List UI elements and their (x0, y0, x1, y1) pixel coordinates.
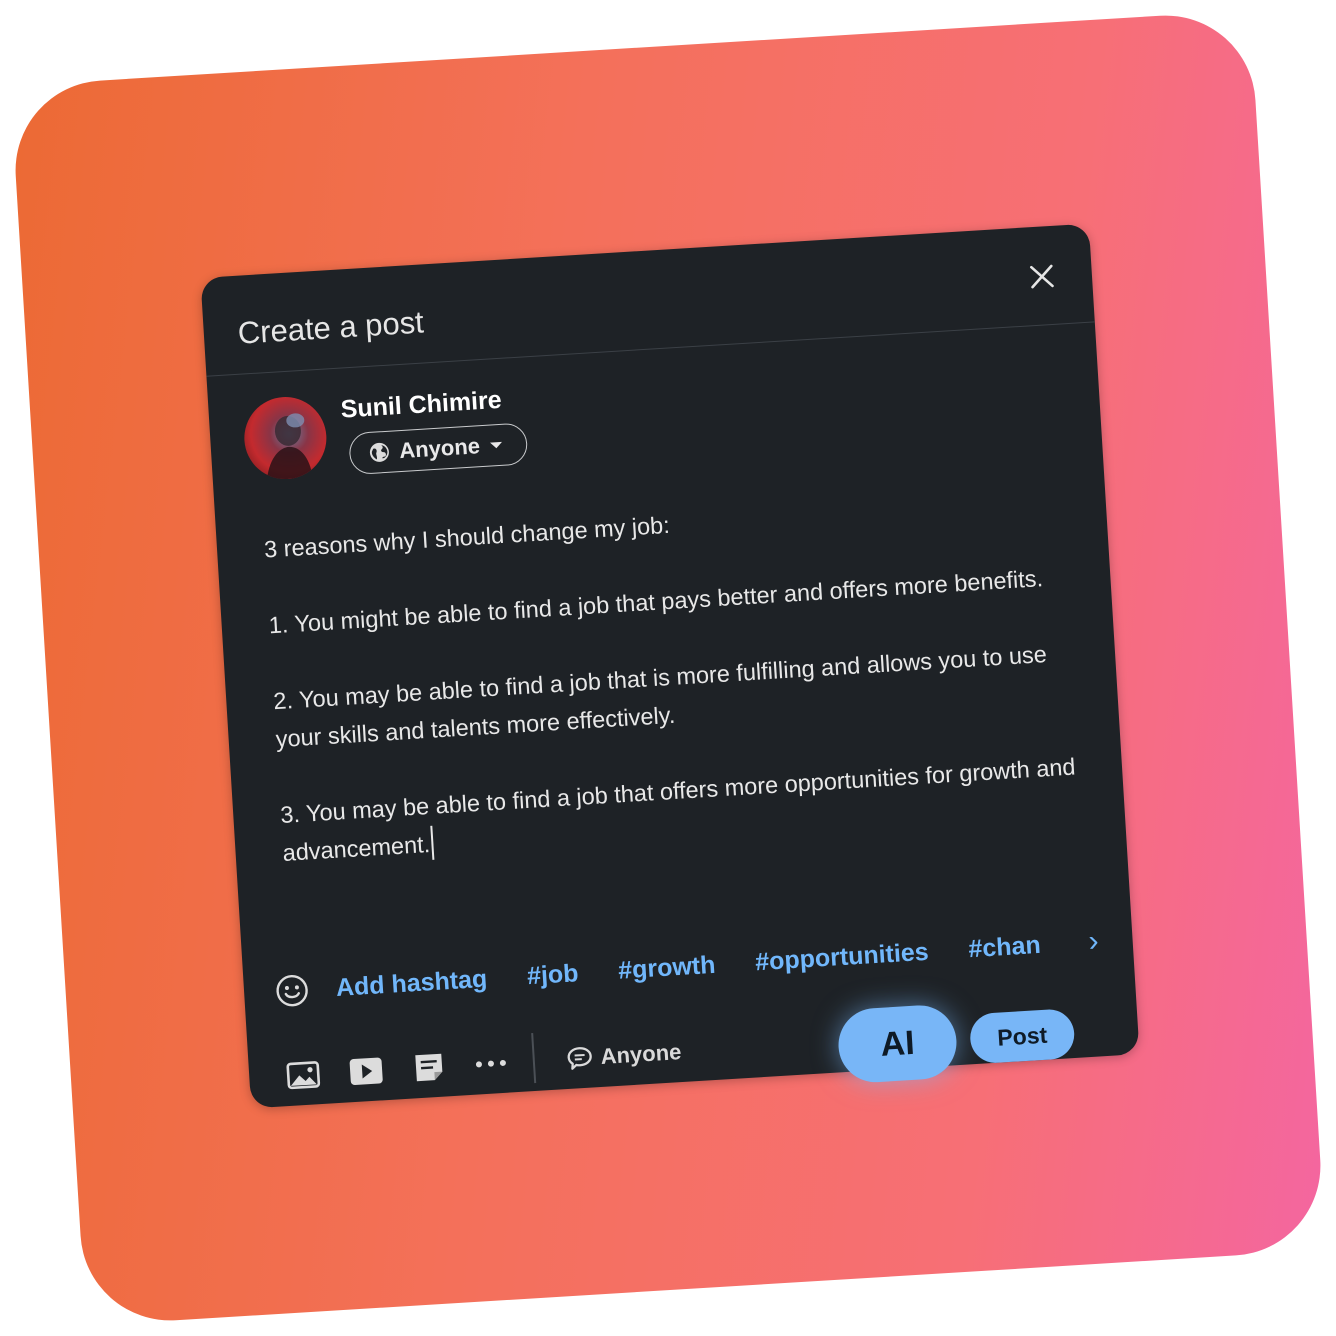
more-dots-icon (475, 1059, 506, 1068)
emoji-button[interactable] (271, 969, 313, 1011)
avatar-portrait-icon (266, 413, 313, 481)
toolbar-divider (531, 1033, 536, 1084)
smiley-icon (276, 974, 308, 1007)
image-icon (286, 1061, 321, 1090)
hashtag-suggestion[interactable]: #opportunities (754, 937, 929, 977)
avatar (241, 394, 329, 482)
post-button[interactable]: Post (968, 1008, 1076, 1065)
globe-icon (369, 442, 389, 462)
comment-bubble-icon (567, 1047, 592, 1070)
comment-settings-label: Anyone (599, 1039, 683, 1069)
comment-settings-button[interactable]: Anyone (566, 1032, 683, 1079)
hashtag-next-button[interactable]: › (1077, 918, 1110, 966)
add-video-button[interactable] (345, 1050, 387, 1092)
video-play-icon (349, 1057, 383, 1086)
close-button[interactable] (1019, 253, 1066, 300)
create-post-dialog: Create a post Sunil Chimire Anyone 3 rea… (200, 223, 1140, 1109)
audience-selector-button[interactable]: Anyone (348, 422, 529, 476)
hashtag-suggestion[interactable]: #chan (968, 930, 1042, 963)
add-document-button[interactable] (408, 1046, 450, 1088)
hashtag-suggestion[interactable]: #job (526, 959, 579, 991)
post-text-editor[interactable]: 3 reasons why I should change my job: 1.… (263, 481, 1092, 872)
post-text: 3 reasons why I should change my job: 1.… (263, 511, 1083, 866)
caret-down-icon (489, 441, 502, 449)
author-row: Sunil Chimire Anyone (241, 386, 529, 486)
more-options-button[interactable] (470, 1042, 512, 1084)
hashtag-suggestion[interactable]: #growth (617, 950, 716, 985)
document-icon (415, 1053, 443, 1082)
stage: Create a post Sunil Chimire Anyone 3 rea… (0, 0, 1336, 1336)
add-hashtag-button[interactable]: Add hashtag (335, 964, 488, 1002)
dialog-title: Create a post (236, 304, 425, 351)
close-icon (1030, 264, 1054, 289)
hashtag-suggestions: Add hashtag #job #growth #opportunities … (335, 921, 1050, 1011)
ai-assist-button[interactable]: AI (836, 1003, 959, 1085)
audience-label: Anyone (398, 433, 481, 464)
author-name: Sunil Chimire (339, 385, 503, 424)
add-photo-button[interactable] (282, 1054, 324, 1096)
